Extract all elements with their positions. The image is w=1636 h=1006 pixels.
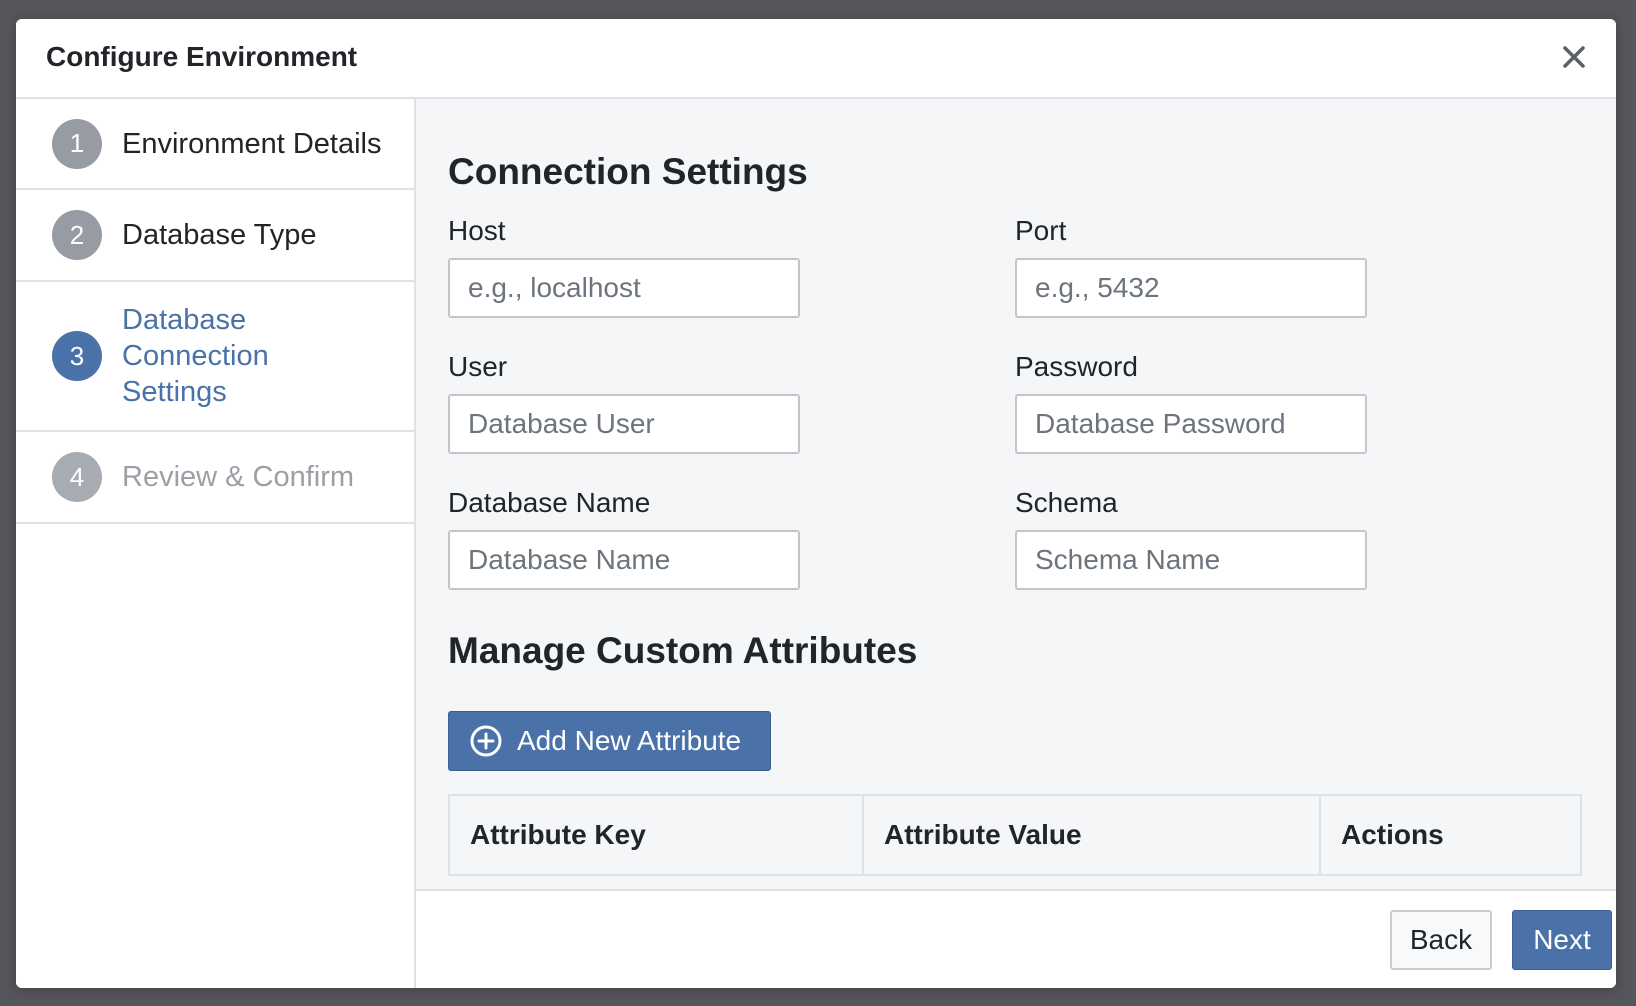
user-label: User bbox=[448, 351, 508, 382]
step-label: Database Type bbox=[122, 219, 317, 251]
step-review-confirm[interactable]: 4 Review & Confirm bbox=[16, 432, 414, 524]
column-header-actions: Actions bbox=[1319, 794, 1582, 876]
configure-environment-modal: Configure Environment 1 Environment Deta… bbox=[16, 19, 1616, 988]
column-header-attribute-key: Attribute Key bbox=[448, 794, 864, 876]
user-input[interactable] bbox=[448, 394, 800, 454]
step-environment-details[interactable]: 1 Environment Details bbox=[16, 99, 414, 190]
database-name-label: Database Name bbox=[448, 487, 651, 518]
wizard-steps-sidebar: 1 Environment Details 2 Database Type 3 … bbox=[16, 99, 416, 988]
host-input[interactable] bbox=[448, 258, 800, 318]
step-label: Environment Details bbox=[122, 127, 382, 160]
close-button[interactable] bbox=[1556, 39, 1592, 75]
attributes-table: Attribute Key Attribute Value Actions bbox=[448, 794, 1582, 876]
port-label: Port bbox=[1015, 215, 1067, 246]
close-icon bbox=[1563, 46, 1585, 68]
modal-title: Configure Environment bbox=[46, 41, 358, 72]
custom-attributes-title: Manage Custom Attributes bbox=[448, 630, 918, 671]
add-new-attribute-button[interactable]: Add New Attribute bbox=[448, 711, 771, 771]
step-number-badge: 3 bbox=[52, 331, 102, 381]
add-new-attribute-label: Add New Attribute bbox=[517, 725, 742, 756]
schema-input[interactable] bbox=[1015, 530, 1367, 590]
host-label: Host bbox=[448, 215, 506, 246]
modal-header: Configure Environment bbox=[16, 19, 1616, 99]
step-content: Connection Settings Host Port User Passw… bbox=[416, 99, 1616, 889]
step-database-type[interactable]: 2 Database Type bbox=[16, 190, 414, 282]
plus-circle-icon bbox=[470, 725, 502, 757]
step-label: Database Connection Settings bbox=[122, 304, 269, 408]
connection-settings-title: Connection Settings bbox=[448, 151, 808, 192]
step-number-badge: 1 bbox=[52, 118, 102, 169]
step-number-badge: 2 bbox=[52, 210, 102, 260]
password-input[interactable] bbox=[1015, 394, 1367, 454]
table-header-row: Attribute Key Attribute Value Actions bbox=[448, 794, 1582, 876]
step-label: Review & Confirm bbox=[122, 461, 355, 493]
schema-label: Schema bbox=[1015, 487, 1118, 518]
column-header-attribute-value: Attribute Value bbox=[862, 794, 1321, 876]
port-input[interactable] bbox=[1015, 258, 1367, 318]
step-database-connection-settings[interactable]: 3 Database Connection Settings bbox=[16, 282, 414, 432]
next-button[interactable]: Next bbox=[1512, 910, 1612, 970]
database-name-input[interactable] bbox=[448, 530, 800, 590]
back-button[interactable]: Back bbox=[1390, 910, 1492, 970]
password-label: Password bbox=[1015, 351, 1138, 382]
modal-footer: Back Next bbox=[416, 889, 1616, 988]
step-number-badge: 4 bbox=[52, 452, 102, 502]
